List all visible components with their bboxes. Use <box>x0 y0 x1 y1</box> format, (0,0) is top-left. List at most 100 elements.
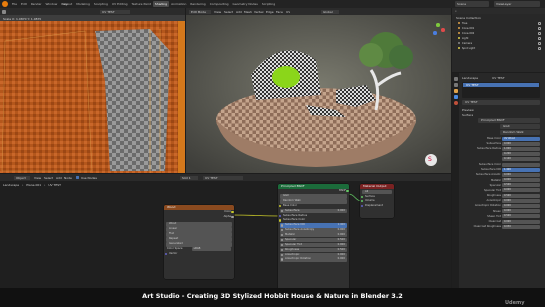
input-socket-icon[interactable] <box>278 205 281 208</box>
visibility-icon[interactable] <box>538 47 541 50</box>
property-value-field[interactable]: 0.000 <box>502 178 540 183</box>
visibility-icon[interactable] <box>538 37 541 40</box>
axis-y-icon[interactable] <box>436 23 440 27</box>
distribution-dropdown[interactable]: GGX <box>280 194 347 199</box>
bsdf-input-row[interactable]: Anisotropic 0.000 <box>280 252 347 258</box>
input-socket-icon[interactable] <box>278 219 281 222</box>
bsdf-input-row[interactable]: Subsurface IOR 1.400 <box>280 223 347 228</box>
visibility-icon[interactable] <box>538 22 541 25</box>
bsdf-input-row[interactable]: Base Color <box>278 204 349 209</box>
menu-file[interactable]: File <box>10 1 19 7</box>
property-value-field[interactable]: 0.000 <box>502 198 540 203</box>
material-output-node[interactable]: Material Output All Surface Volume Displ… <box>360 184 394 218</box>
navigation-gizmo[interactable] <box>431 22 447 38</box>
color-socket-icon[interactable] <box>231 211 234 214</box>
scene-collection-label[interactable]: Scene Collection <box>456 16 481 20</box>
object-tab-icon[interactable] <box>453 89 458 93</box>
property-value-field[interactable]: 0.500 <box>502 183 540 188</box>
input-socket-icon[interactable] <box>280 224 283 227</box>
input-socket-icon[interactable] <box>280 253 283 256</box>
input-socket-icon[interactable] <box>280 233 283 237</box>
scene-selector[interactable]: Scene <box>455 1 489 7</box>
menu-edit[interactable]: Edit <box>19 1 29 7</box>
input-socket-icon[interactable] <box>280 238 283 242</box>
menu-render[interactable]: Render <box>29 1 44 7</box>
property-value-field[interactable]: 0.000 <box>502 209 540 214</box>
property-value-field[interactable]: 0.500 <box>502 214 540 219</box>
tab-sculpting[interactable]: Sculpting <box>92 1 110 7</box>
subsurface-method-field[interactable]: Random Walk <box>500 130 540 135</box>
alpha-socket-icon[interactable] <box>231 215 234 218</box>
input-socket-icon[interactable] <box>280 209 283 213</box>
menu-vertex[interactable]: Vertex <box>254 10 264 14</box>
extension-dropdown[interactable]: Repeat <box>166 237 232 242</box>
property-value-field[interactable]: 0.000 <box>502 141 540 146</box>
bsdf-input-row[interactable]: Anisotropic Rotation 0.000 <box>280 257 347 262</box>
material-slot-list[interactable]: UV TEST <box>462 82 540 98</box>
uv-texture-view[interactable] <box>0 21 185 173</box>
tab-scripting[interactable]: Scripting <box>260 1 277 7</box>
bsdf-input-row[interactable]: Subsurface Anisotropy 0.000 <box>280 228 347 233</box>
tab-compositing[interactable]: Compositing <box>208 1 231 7</box>
visibility-icon[interactable] <box>538 42 541 45</box>
distribution-field[interactable]: GGX <box>500 124 540 129</box>
property-value-field[interactable]: 0.000 <box>502 172 540 177</box>
axis-z-icon[interactable] <box>433 31 437 35</box>
outliner-search-icon[interactable]: ⌕ <box>455 9 457 13</box>
tab-layout[interactable]: Layout <box>60 1 74 7</box>
color-space-dropdown[interactable]: sRGB <box>192 247 231 251</box>
property-value-field[interactable] <box>502 162 540 167</box>
menu-edge[interactable]: Edge <box>266 10 274 14</box>
input-socket-icon[interactable] <box>280 248 283 252</box>
property-value-field[interactable]: 0.200 <box>502 152 540 157</box>
mode-selector[interactable]: Edit Mode <box>189 9 211 14</box>
surface-panel-header[interactable]: Surface <box>462 113 473 117</box>
bsdf-input-row[interactable]: Specular Tint 0.000 <box>280 242 347 248</box>
material-slot-item[interactable]: UV TEST <box>463 83 539 87</box>
input-socket-icon[interactable] <box>278 214 281 218</box>
surface-shader-field[interactable]: Principled BSDF <box>478 118 540 123</box>
menu-view[interactable]: View <box>214 10 221 14</box>
subsurface-method-dropdown[interactable]: Random Walk <box>280 199 347 204</box>
surface-socket-icon[interactable] <box>360 195 363 198</box>
bsdf-input-row[interactable]: Specular 0.500 <box>280 237 347 243</box>
property-value-field[interactable]: UV Wood <box>502 136 540 141</box>
visibility-icon[interactable] <box>538 32 541 35</box>
view-layer-selector[interactable]: ViewLayer <box>494 1 540 7</box>
tab-rendering[interactable]: Rendering <box>188 1 207 7</box>
menu-add[interactable]: Add <box>236 10 242 14</box>
image-texture-node[interactable]: Wood Color Alpha Wood Linear Flat Repeat… <box>164 205 234 279</box>
material-datablock-field[interactable]: UV TEST <box>462 100 540 105</box>
menu-face[interactable]: Face <box>276 10 283 14</box>
bsdf-input-row[interactable]: Subsurface Color <box>278 218 349 223</box>
image-editor-type-icon[interactable] <box>2 9 6 14</box>
3d-viewport[interactable]: Edit Mode View Select Add Mesh Vertex Ed… <box>186 8 451 173</box>
menu-window[interactable]: Window <box>44 1 60 7</box>
principled-bsdf-node[interactable]: Principled BSDF BSDF GGX Random Walk Bas… <box>278 184 349 294</box>
menu-mesh[interactable]: Mesh <box>244 10 252 14</box>
input-socket-icon[interactable] <box>280 243 283 247</box>
preview-panel-header[interactable]: Preview <box>462 108 474 112</box>
bsdf-input-row[interactable]: Roughness 0.500 <box>280 247 347 253</box>
property-value-field[interactable]: 0.000 <box>502 219 540 224</box>
property-value-field[interactable]: 0.030 <box>502 224 540 229</box>
image-editor-image-name[interactable]: UV TEST <box>100 9 130 14</box>
bsdf-input-row[interactable]: Metallic 0.000 <box>280 232 347 238</box>
tab-shading[interactable]: Shading <box>152 1 170 7</box>
source-dropdown[interactable]: Generated <box>166 242 232 247</box>
material-output-node-header[interactable]: Material Output <box>360 184 394 189</box>
tab-modeling[interactable]: Modeling <box>74 1 92 7</box>
modifier-tab-icon[interactable] <box>453 95 458 99</box>
bsdf-socket-icon[interactable] <box>346 190 349 193</box>
tab-geometry-nodes[interactable]: Geometry Nodes <box>231 1 260 7</box>
properties-editor[interactable]: Landscape UV TEST UV TEST UV TEST Previe… <box>452 73 545 296</box>
visibility-icon[interactable] <box>538 27 541 30</box>
property-value-field[interactable]: 0.000 <box>502 204 540 209</box>
property-value-field[interactable]: 0.500 <box>502 193 540 198</box>
tab-animation[interactable]: Animation <box>169 1 188 7</box>
node-editor[interactable]: Object View Select Add Node Use Nodes Sl… <box>0 174 451 296</box>
input-socket-icon[interactable] <box>280 258 283 261</box>
input-socket-icon[interactable] <box>280 229 283 232</box>
bsdf-input-row[interactable]: Subsurface 0.000 <box>280 208 347 214</box>
menu-uv[interactable]: UV <box>286 10 290 14</box>
